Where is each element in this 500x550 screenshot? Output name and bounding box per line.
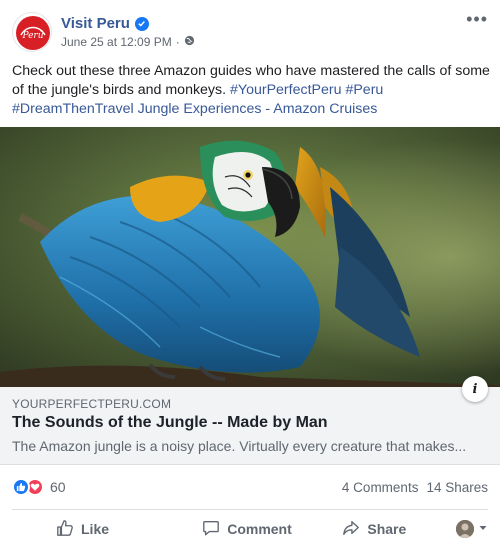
info-icon[interactable]: i xyxy=(462,376,488,402)
comment-bubble-icon xyxy=(202,519,220,540)
facebook-post: Perú Visit Peru June 25 at 12:09 PM · ••… xyxy=(0,0,500,550)
page-name-link[interactable]: Visit Peru xyxy=(61,15,149,32)
hashtag-link[interactable]: #YourPerfectPeru xyxy=(230,82,341,98)
like-label: Like xyxy=(81,521,110,537)
engagement-counts: 4 Comments 14 Shares xyxy=(342,480,488,495)
page-name[interactable]: Visit Peru xyxy=(61,15,130,32)
macaw-illustration xyxy=(0,127,500,387)
page-avatar[interactable]: Perú xyxy=(12,12,52,52)
like-reaction-icon xyxy=(12,478,30,496)
post-image[interactable] xyxy=(0,127,500,387)
comment-button[interactable]: Comment xyxy=(183,513,310,545)
post-timestamp[interactable]: June 25 at 12:09 PM xyxy=(61,35,172,49)
post-message: Check out these three Amazon guides who … xyxy=(12,62,490,119)
share-label: Share xyxy=(367,521,407,537)
post-as-selector[interactable] xyxy=(438,520,488,538)
post-header: Perú Visit Peru June 25 at 12:09 PM · ••… xyxy=(12,10,488,56)
link-title[interactable]: The Sounds of the Jungle -- Made by Man xyxy=(12,414,328,432)
like-button[interactable]: Like xyxy=(12,513,183,545)
reactions-summary[interactable]: 60 xyxy=(12,475,66,499)
hashtag-link[interactable]: #Peru xyxy=(345,82,383,98)
caret-down-icon xyxy=(478,520,488,538)
post-meta: June 25 at 12:09 PM · xyxy=(61,35,195,49)
link-preview-card[interactable]: YOURPERFECTPERU.COM The Sounds of the Ju… xyxy=(0,387,500,465)
share-button[interactable]: Share xyxy=(311,513,438,545)
globe-icon xyxy=(184,35,195,49)
reaction-count[interactable]: 60 xyxy=(50,479,66,495)
more-options-icon[interactable]: ••• xyxy=(466,10,488,28)
shares-count[interactable]: 14 Shares xyxy=(426,480,488,495)
user-avatar xyxy=(455,520,474,538)
comments-count[interactable]: 4 Comments xyxy=(342,480,419,495)
logo-text: Perú xyxy=(21,30,43,41)
meta-separator: · xyxy=(175,35,180,49)
hashtag-link[interactable]: #DreamThenTravel Jungle Experiences - Am… xyxy=(12,101,377,117)
thumbs-up-icon xyxy=(56,519,74,540)
actions-divider xyxy=(12,509,488,510)
comment-label: Comment xyxy=(227,521,292,537)
link-domain: YOURPERFECTPERU.COM xyxy=(12,397,172,411)
post-actions-bar: Like Comment Share xyxy=(12,512,488,546)
verified-badge-icon xyxy=(134,16,149,31)
link-description: The Amazon jungle is a noisy place. Virt… xyxy=(12,438,467,454)
share-arrow-icon xyxy=(342,519,360,540)
